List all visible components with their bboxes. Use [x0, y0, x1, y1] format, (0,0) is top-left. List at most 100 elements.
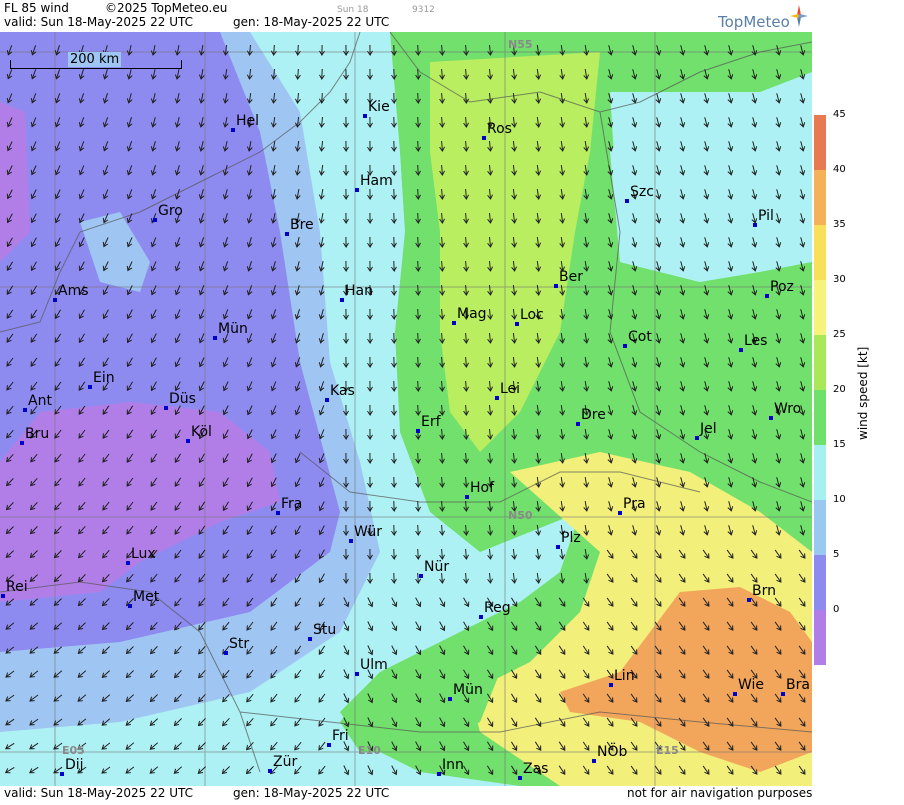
- legend-color-band: [814, 390, 826, 445]
- city-marker: [515, 322, 519, 326]
- city-label: NÖb: [597, 744, 628, 760]
- legend-tick-label: 40: [833, 164, 846, 175]
- city-marker: [231, 128, 235, 132]
- city-label: Wro: [774, 401, 802, 417]
- city-label: Dre: [581, 407, 606, 423]
- city-label: Hel: [236, 113, 260, 129]
- city-label: Mün: [218, 321, 248, 337]
- footer-generated-time: gen: 18-May-2025 22 UTC: [233, 786, 390, 800]
- footer-bar: valid: Sun 18-May-2025 22 UTC gen: 18-Ma…: [0, 786, 812, 801]
- city-marker: [765, 294, 769, 298]
- city-marker: [308, 637, 312, 641]
- compass-logo-icon: [790, 5, 808, 27]
- city-marker: [554, 284, 558, 288]
- city-marker: [355, 672, 359, 676]
- city-label: Les: [744, 333, 768, 349]
- city-marker: [60, 772, 64, 776]
- legend-color-band: [814, 610, 826, 665]
- city-marker: [416, 429, 420, 433]
- city-label: Ulm: [360, 657, 388, 673]
- city-marker: [164, 406, 168, 410]
- city-label: Gro: [158, 203, 183, 219]
- city-label: Ein: [93, 370, 115, 386]
- city-marker: [276, 511, 280, 515]
- city-label: Jel: [700, 421, 717, 437]
- city-label: Ham: [360, 173, 393, 189]
- city-label: Lux: [131, 546, 156, 562]
- city-label: Erf: [421, 414, 441, 430]
- city-marker: [153, 218, 157, 222]
- legend-color-band: [814, 500, 826, 555]
- grid-label-e05: E05: [62, 744, 85, 757]
- city-marker: [769, 416, 773, 420]
- legend-title: wind speed [kt]: [856, 346, 870, 440]
- city-marker: [747, 598, 751, 602]
- city-label: Han: [345, 283, 373, 299]
- legend-tick-label: 15: [833, 439, 846, 450]
- wind-map: N55 N50 E05 E10 E15 200 km Hel Kie Ros Ham S…: [0, 32, 812, 786]
- city-label: Loc: [520, 307, 544, 323]
- legend-color-band: [814, 555, 826, 610]
- city-marker: [224, 651, 228, 655]
- legend-tick-label: 30: [833, 274, 846, 285]
- wind-speed-field: [0, 32, 812, 786]
- code-label: 9312: [412, 5, 435, 15]
- city-label: Stu: [313, 622, 337, 638]
- city-label: Kas: [330, 383, 355, 399]
- city-marker: [625, 199, 629, 203]
- city-marker: [340, 298, 344, 302]
- city-label: Bre: [290, 217, 314, 233]
- city-label: Ams: [58, 283, 89, 299]
- city-marker: [448, 697, 452, 701]
- city-label: Reg: [484, 600, 511, 616]
- city-marker: [88, 385, 92, 389]
- city-marker: [23, 408, 27, 412]
- city-label: Ant: [28, 393, 52, 409]
- city-label: Str: [229, 636, 250, 652]
- city-label: Kie: [368, 99, 390, 115]
- city-marker: [739, 348, 743, 352]
- valid-time: valid: Sun 18-May-2025 22 UTC: [4, 15, 193, 29]
- city-label: Bra: [786, 677, 810, 693]
- city-marker: [479, 615, 483, 619]
- city-marker: [53, 298, 57, 302]
- legend-color-band: [814, 225, 826, 280]
- city-label: Lei: [500, 381, 521, 397]
- city-marker: [609, 683, 613, 687]
- city-marker: [419, 574, 423, 578]
- copyright: ©2025 TopMeteo.eu: [105, 1, 228, 15]
- city-marker: [623, 344, 627, 348]
- grid-label-n50: N50: [508, 509, 533, 522]
- city-label: Fri: [332, 728, 349, 744]
- city-marker: [465, 495, 469, 499]
- city-label: Pra: [623, 496, 646, 512]
- city-label: Inn: [442, 757, 464, 773]
- city-marker: [128, 604, 132, 608]
- footer-valid-time: valid: Sun 18-May-2025 22 UTC: [4, 786, 193, 800]
- legend-tick-label: 0: [833, 604, 840, 615]
- sun-label: Sun 18: [337, 5, 369, 15]
- legend-tick-label: 10: [833, 494, 846, 505]
- city-marker: [186, 439, 190, 443]
- legend-tick-label: 20: [833, 384, 846, 395]
- legend-color-band: [814, 115, 826, 170]
- grid-label-e15: E15: [656, 744, 679, 757]
- city-label: Zas: [523, 761, 549, 777]
- city-marker: [482, 136, 486, 140]
- city-label: Ber: [559, 269, 583, 285]
- city-label: Poz: [770, 279, 794, 295]
- city-marker: [518, 776, 522, 780]
- city-marker: [733, 692, 737, 696]
- city-marker: [213, 336, 217, 340]
- city-marker: [753, 223, 757, 227]
- legend-tick-label: 5: [833, 549, 840, 560]
- legend-color-band: [814, 445, 826, 500]
- city-label: Fra: [281, 496, 303, 512]
- generated-time: gen: 18-May-2025 22 UTC: [233, 15, 390, 29]
- legend-color-band: [814, 335, 826, 390]
- city-label: Cot: [628, 329, 652, 345]
- product-title: FL 85 wind: [4, 1, 69, 15]
- grid-label-e10: E10: [358, 744, 381, 757]
- legend-color-band: [814, 170, 826, 225]
- city-label: Düs: [169, 391, 196, 407]
